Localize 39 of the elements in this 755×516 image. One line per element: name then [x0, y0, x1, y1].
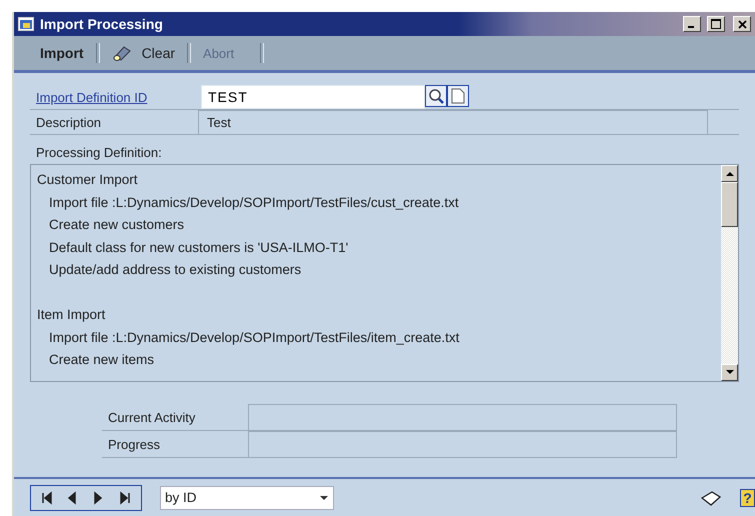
down-triangle-icon	[726, 370, 734, 375]
close-button[interactable]	[733, 16, 751, 32]
description-value: Test	[199, 110, 708, 134]
note-icon[interactable]	[700, 488, 722, 506]
maximize-button[interactable]	[707, 16, 725, 32]
minimize-button[interactable]	[683, 16, 701, 32]
scroll-down-button[interactable]	[721, 364, 738, 381]
clear-button[interactable]: Clear	[100, 41, 188, 65]
close-icon	[738, 20, 746, 28]
definition-line: Item Import	[37, 306, 106, 324]
dropdown-caret-icon	[320, 496, 328, 500]
last-record-icon	[118, 490, 132, 504]
maximize-icon	[711, 19, 721, 29]
window-title: Import Processing	[40, 16, 163, 32]
scroll-thumb[interactable]	[721, 182, 738, 227]
new-document-button[interactable]	[447, 85, 469, 107]
definition-line: Create new items	[48, 351, 156, 369]
import-button[interactable]: Import	[28, 42, 96, 64]
status-label: Current Activity	[107, 408, 196, 427]
eraser-icon	[112, 44, 132, 62]
window-icon	[18, 17, 34, 31]
definition-line: Create new customers	[48, 216, 186, 234]
definition-line: Import file :L:Dynamics/Develop/SOPImport/TestFiles/item_create.txt	[48, 328, 460, 347]
up-triangle-icon	[726, 171, 734, 176]
help-button[interactable]: ?	[740, 488, 755, 506]
definition-line: Default class for new customers is 'USA-ILMO-T1'	[48, 238, 350, 256]
definition-line: Import file :L:Dynamics/Develop/SOPImport/TestFiles/cust_create.txt	[48, 194, 460, 212]
definition-line: Update/add address to existing customers	[48, 261, 302, 279]
import-definition-id-link[interactable]: Import Definition ID	[30, 85, 198, 109]
status-label: Progress	[107, 436, 162, 454]
scroll-up-button[interactable]	[721, 165, 738, 182]
field-label: Processing Definition:	[35, 145, 163, 160]
import-definition-id-field[interactable]: TEST	[201, 85, 425, 109]
first-record-icon	[40, 490, 54, 504]
sort-dropdown[interactable]: by ID	[160, 486, 334, 510]
scrollbar[interactable]	[721, 165, 738, 381]
definition-line: Customer Import	[37, 171, 139, 189]
field-label: Description	[30, 110, 199, 134]
lookup-button[interactable]	[425, 85, 447, 107]
